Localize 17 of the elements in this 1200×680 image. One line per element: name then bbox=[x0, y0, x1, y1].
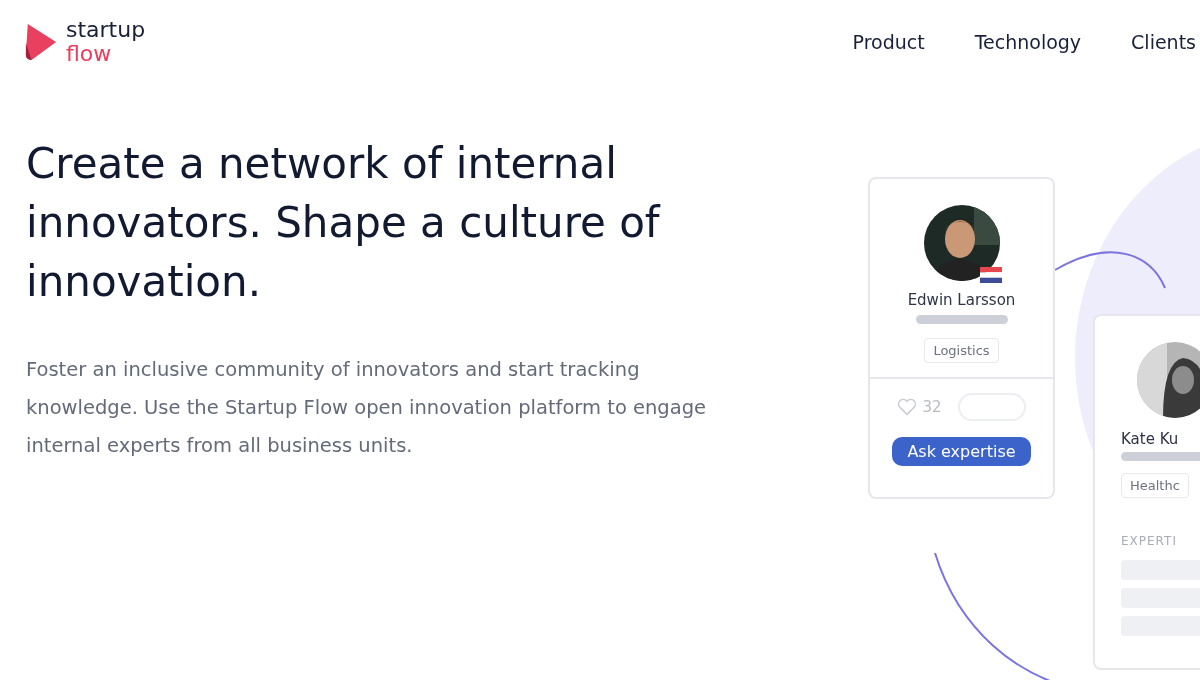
nav-link[interactable]: Clients bbox=[1131, 31, 1196, 53]
like-count: 32 bbox=[922, 398, 942, 416]
logo-text: startup bbox=[66, 18, 146, 42]
hero-description: Foster an inclusive community of innovators and start tracking knowledge. Use the Startup Flow open innovation platform to engage internal experts from all business units. bbox=[26, 357, 708, 459]
flag-icon bbox=[979, 267, 1002, 283]
expert-name: Edwin Larsson bbox=[907, 291, 1016, 309]
profile-name: Kate Ku bbox=[1121, 430, 1180, 448]
tag: Logistics bbox=[924, 338, 999, 363]
logo-icon bbox=[24, 22, 58, 62]
ask-expertise-button[interactable]: Ask expertise bbox=[892, 437, 1031, 466]
hero-title: Create a network of internal innovators. Shape a culture of innovation. bbox=[26, 138, 662, 308]
heart-icon bbox=[896, 398, 917, 416]
nav-link[interactable]: Technology bbox=[974, 31, 1082, 53]
nav-link[interactable]: Product bbox=[852, 31, 925, 53]
logo-text: flow bbox=[66, 42, 113, 66]
section-label: EXPERTI bbox=[1121, 534, 1178, 548]
tag: Healthc bbox=[1121, 473, 1189, 498]
